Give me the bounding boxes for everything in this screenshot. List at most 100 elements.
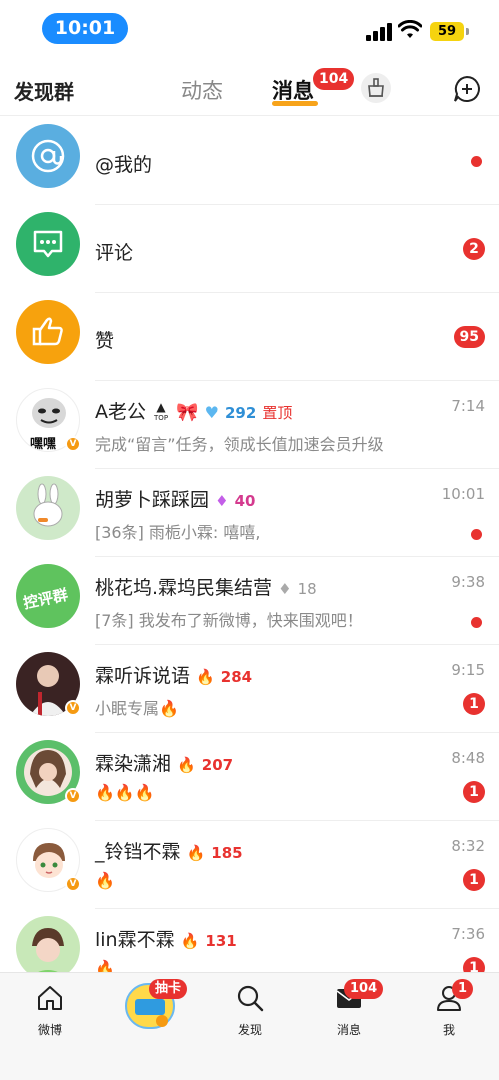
conversation-name-text: 桃花坞.霖坞民集结营 (95, 577, 273, 599)
conversation-name-text: 霖听诉说语 (95, 665, 191, 687)
me-nav-badge: 1 (452, 979, 474, 999)
fire-icon: 🔥 (180, 932, 200, 950)
verified-badge: V (65, 788, 81, 804)
system-row-mentions[interactable]: @我的 (0, 117, 499, 205)
conversation-name-text: A老公 (95, 401, 146, 423)
row-label: @我的 (95, 154, 153, 176)
message-preview: 小眠专属🔥 (95, 699, 179, 718)
discover-groups-link[interactable]: 发现群 (14, 76, 74, 105)
conversation-name-text: lin霖不霖 (95, 929, 175, 951)
top-tag: TOP (154, 413, 169, 422)
conversation-name: 桃花坞.霖坞民集结营 ♦ 18 (95, 573, 317, 600)
row-label: 评论 (95, 242, 134, 264)
nav-lottery[interactable]: 抽卡 (115, 979, 188, 1029)
comment-avatar (16, 212, 80, 276)
group-avatar (16, 476, 80, 540)
message-preview: [7条] 我发布了新微博，快来围观吧！ (95, 611, 363, 630)
nav-messages[interactable]: 消息 104 (314, 979, 384, 1038)
nav-discover[interactable]: 发现 (215, 983, 285, 1038)
grey-flame-icon: ♦ (278, 580, 292, 598)
conversation-name-text: 胡萝卜踩踩园 (95, 489, 210, 511)
status-time: 10:01 (42, 13, 128, 44)
conversation-row[interactable]: V 霖染潇湘 🔥 207 🔥🔥🔥 8:48 1 (0, 733, 499, 821)
message-time: 9:38 (451, 573, 485, 591)
purple-flame-icon: ♦ (215, 492, 229, 510)
unread-dot (471, 529, 482, 540)
unread-count-badge: 1 (463, 693, 485, 715)
fire-icon: 🔥 (186, 844, 206, 862)
message-preview: 🔥 (95, 871, 115, 890)
system-row-comments[interactable]: 评论 2 (0, 205, 499, 293)
messages-tab-badge: 104 (313, 68, 355, 90)
unread-count-badge: 95 (453, 326, 485, 348)
conversation-name-text: _铃铛不霖 (95, 841, 181, 863)
heat-value: 40 (234, 492, 256, 510)
row-label: 赞 (95, 330, 115, 352)
rabbit-avatar-icon (33, 483, 63, 527)
person-photo-icon (26, 928, 70, 980)
messages-nav-badge: 104 (344, 979, 384, 999)
nav-weibo[interactable]: 微博 (15, 983, 85, 1038)
conversation-row[interactable]: 胡萝卜踩踩园 ♦ 40 [36条] 雨栀小霖: 嘻嘻, 10:01 (0, 469, 499, 557)
verified-badge: V (65, 876, 81, 892)
blue-heart-icon: ♥ (204, 403, 219, 422)
pin-top-icon: ▲ TOP (154, 399, 169, 422)
unread-count-badge: 1 (463, 781, 485, 803)
conversation-name: 霖听诉说语 🔥 284 (95, 661, 252, 688)
conversation-name: A老公 ▲ TOP 🎀 ♥ 292 置顶 (95, 397, 292, 424)
search-icon (237, 985, 264, 1012)
nav-label: 微博 (37, 1023, 62, 1037)
message-time: 7:14 (451, 397, 485, 415)
conversation-row[interactable]: 嘿嘿 V A老公 ▲ TOP 🎀 ♥ 292 置顶 完成“留言”任务，领成长值加速… (0, 381, 499, 469)
conversation-name-text: 霖染潇湘 (95, 753, 172, 775)
thumbs-up-icon (32, 317, 63, 346)
heat-value: 18 (297, 580, 317, 598)
top-header: 发现群 动态 消息 104 (0, 58, 499, 116)
group-avatar: 控评群 (16, 564, 80, 628)
likes-avatar (16, 300, 80, 364)
bottom-tab-bar: 微博 抽卡 发现 消息 104 我 1 (0, 972, 499, 1080)
intimacy-value: 292 (224, 404, 257, 422)
conversation-row[interactable]: V 霖听诉说语 🔥 284 小眠专属🔥 9:15 1 (0, 645, 499, 733)
verified-badge: V (65, 700, 81, 716)
message-time: 7:36 (451, 925, 485, 943)
message-time: 8:48 (451, 749, 485, 767)
tab-messages[interactable]: 消息 (272, 75, 314, 105)
wifi-icon (398, 20, 422, 38)
comment-icon (33, 230, 63, 258)
nav-me[interactable]: 我 1 (414, 979, 484, 1038)
message-preview: 🔥🔥🔥 (95, 783, 155, 802)
pinned-label: 置顶 (262, 404, 293, 422)
heat-value: 284 (220, 668, 253, 686)
fire-icon: 🔥 (177, 756, 196, 774)
clear-unread-button[interactable] (361, 73, 391, 103)
unread-dot (471, 617, 482, 628)
fire-icon: 🔥 (196, 668, 215, 686)
conversation-row[interactable]: 控评群 桃花坞.霖坞民集结营 ♦ 18 [7条] 我发布了新微博，快来围观吧！ … (0, 557, 499, 645)
conversation-name: 胡萝卜踩踩园 ♦ 40 (95, 485, 255, 512)
unread-count-badge: 1 (463, 869, 485, 891)
message-time: 9:15 (451, 661, 485, 679)
bow-icon: 🎀 (176, 402, 199, 423)
heat-value: 185 (211, 844, 243, 862)
avatar-caption: 嘿嘿 (30, 437, 57, 452)
at-icon (31, 139, 65, 173)
tab-dynamic[interactable]: 动态 (181, 75, 223, 105)
battery-level: 59 (430, 22, 464, 41)
battery-tip (466, 28, 469, 35)
heat-value: 207 (201, 756, 234, 774)
status-bar: 10:01 59 (0, 0, 499, 58)
heat-value: 131 (205, 932, 237, 950)
broom-icon (368, 78, 384, 97)
message-preview: 完成“留言”任务，领成长值加速会员升级 (95, 435, 384, 454)
conversation-name: _铃铛不霖 🔥 185 (95, 837, 243, 864)
cellular-signal-icon (366, 23, 392, 41)
system-row-likes[interactable]: 赞 95 (0, 293, 499, 381)
new-chat-icon[interactable] (452, 74, 482, 104)
message-time: 10:01 (441, 485, 485, 503)
conversation-name: lin霖不霖 🔥 131 (95, 925, 237, 952)
nav-label: 消息 (336, 1023, 361, 1037)
conversation-row[interactable]: V _铃铛不霖 🔥 185 🔥 8:32 1 (0, 821, 499, 909)
home-icon (38, 986, 62, 1010)
unread-count-badge: 2 (463, 238, 485, 260)
